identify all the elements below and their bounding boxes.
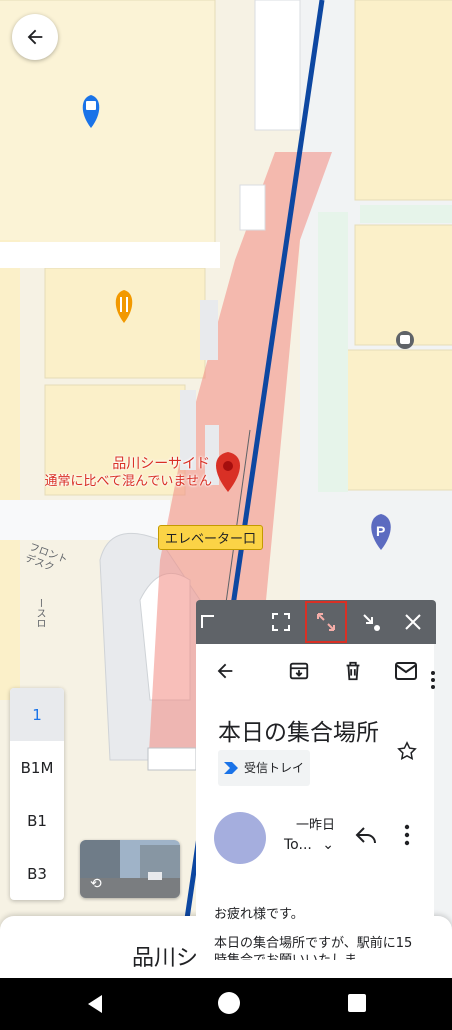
popup-toolbar — [196, 600, 436, 644]
window-corner-icon[interactable] — [196, 600, 220, 644]
mail-subject-text: 本日の集合場所 — [218, 720, 379, 746]
svg-text:P: P — [376, 523, 385, 539]
email-popup-window: 本日の集合場所 受信トレイ 一昨日 To... ⌄ お疲れ様です。 本日の集合場… — [196, 600, 436, 960]
mail-back-icon[interactable] — [214, 660, 236, 686]
app-overflow-icon[interactable] — [430, 670, 436, 694]
vertical-map-label: ースロ — [34, 598, 45, 628]
elevator-label[interactable]: エレベーター口 — [158, 525, 264, 550]
mail-date: 一昨日 — [296, 818, 336, 833]
floor-item-b1m[interactable]: B1M — [10, 741, 64, 794]
street-view-thumbnail[interactable]: ⟲ — [80, 840, 180, 898]
inbox-label-chip[interactable]: 受信トレイ — [218, 750, 311, 786]
sender-avatar[interactable] — [214, 812, 266, 864]
fullscreen-icon[interactable] — [264, 600, 298, 644]
inbox-label-text: 受信トレイ — [244, 761, 305, 775]
nav-recents-icon[interactable] — [348, 994, 366, 1012]
mail-body-preview: 本日の集合場所ですが、駅前に15時集合でお願いいたしま — [214, 936, 413, 960]
reply-icon[interactable] — [354, 824, 378, 850]
back-arrow-icon — [27, 29, 43, 45]
recipient-details[interactable]: To... ⌄ — [284, 837, 334, 853]
more-options-icon[interactable] — [404, 824, 410, 850]
floor-item-b1[interactable]: B1 — [10, 794, 64, 847]
place-name-label[interactable]: 品川シーサイド — [70, 455, 210, 473]
mail-subject: 本日の集合場所 受信トレイ — [218, 716, 388, 786]
expand-window-icon[interactable] — [305, 601, 347, 643]
rotate-360-icon: ⟲ — [90, 876, 102, 892]
system-nav-bar — [0, 978, 452, 1030]
star-icon[interactable] — [396, 740, 418, 766]
floor-item-1[interactable]: 1 — [10, 688, 64, 741]
floor-picker: 1 B1M B1 B3 — [10, 688, 64, 900]
minimize-window-icon[interactable] — [354, 600, 388, 644]
screen: P 品川シーサイド 通常に比べて混んでいません エレベーター口 フロント デスク… — [0, 0, 452, 1030]
label-arrow-icon — [224, 762, 238, 774]
archive-icon[interactable] — [288, 660, 310, 686]
train-station-icon[interactable] — [396, 331, 414, 349]
close-window-icon[interactable] — [396, 600, 430, 644]
nav-back-icon[interactable] — [88, 995, 102, 1013]
email-view: 本日の集合場所 受信トレイ 一昨日 To... ⌄ お疲れ様です。 本日の集合場… — [196, 644, 434, 960]
mail-greeting: お疲れ様です。 — [214, 907, 304, 922]
recipient-text: To... — [284, 837, 312, 853]
sheet-title: 品川シ — [132, 946, 199, 971]
mail-action-bar — [196, 644, 434, 704]
floor-item-b3[interactable]: B3 — [10, 847, 64, 900]
mail-body: お疲れ様です。 本日の集合場所ですが、駅前に15時集合でお願いいたしま — [214, 906, 419, 960]
delete-icon[interactable] — [342, 660, 364, 686]
place-busy-status: 通常に比べて混んでいません — [44, 474, 212, 489]
map-back-button[interactable] — [12, 14, 58, 60]
mark-unread-icon[interactable] — [394, 660, 418, 686]
nav-home-icon[interactable] — [218, 992, 240, 1014]
chevron-down-icon: ⌄ — [322, 837, 335, 853]
